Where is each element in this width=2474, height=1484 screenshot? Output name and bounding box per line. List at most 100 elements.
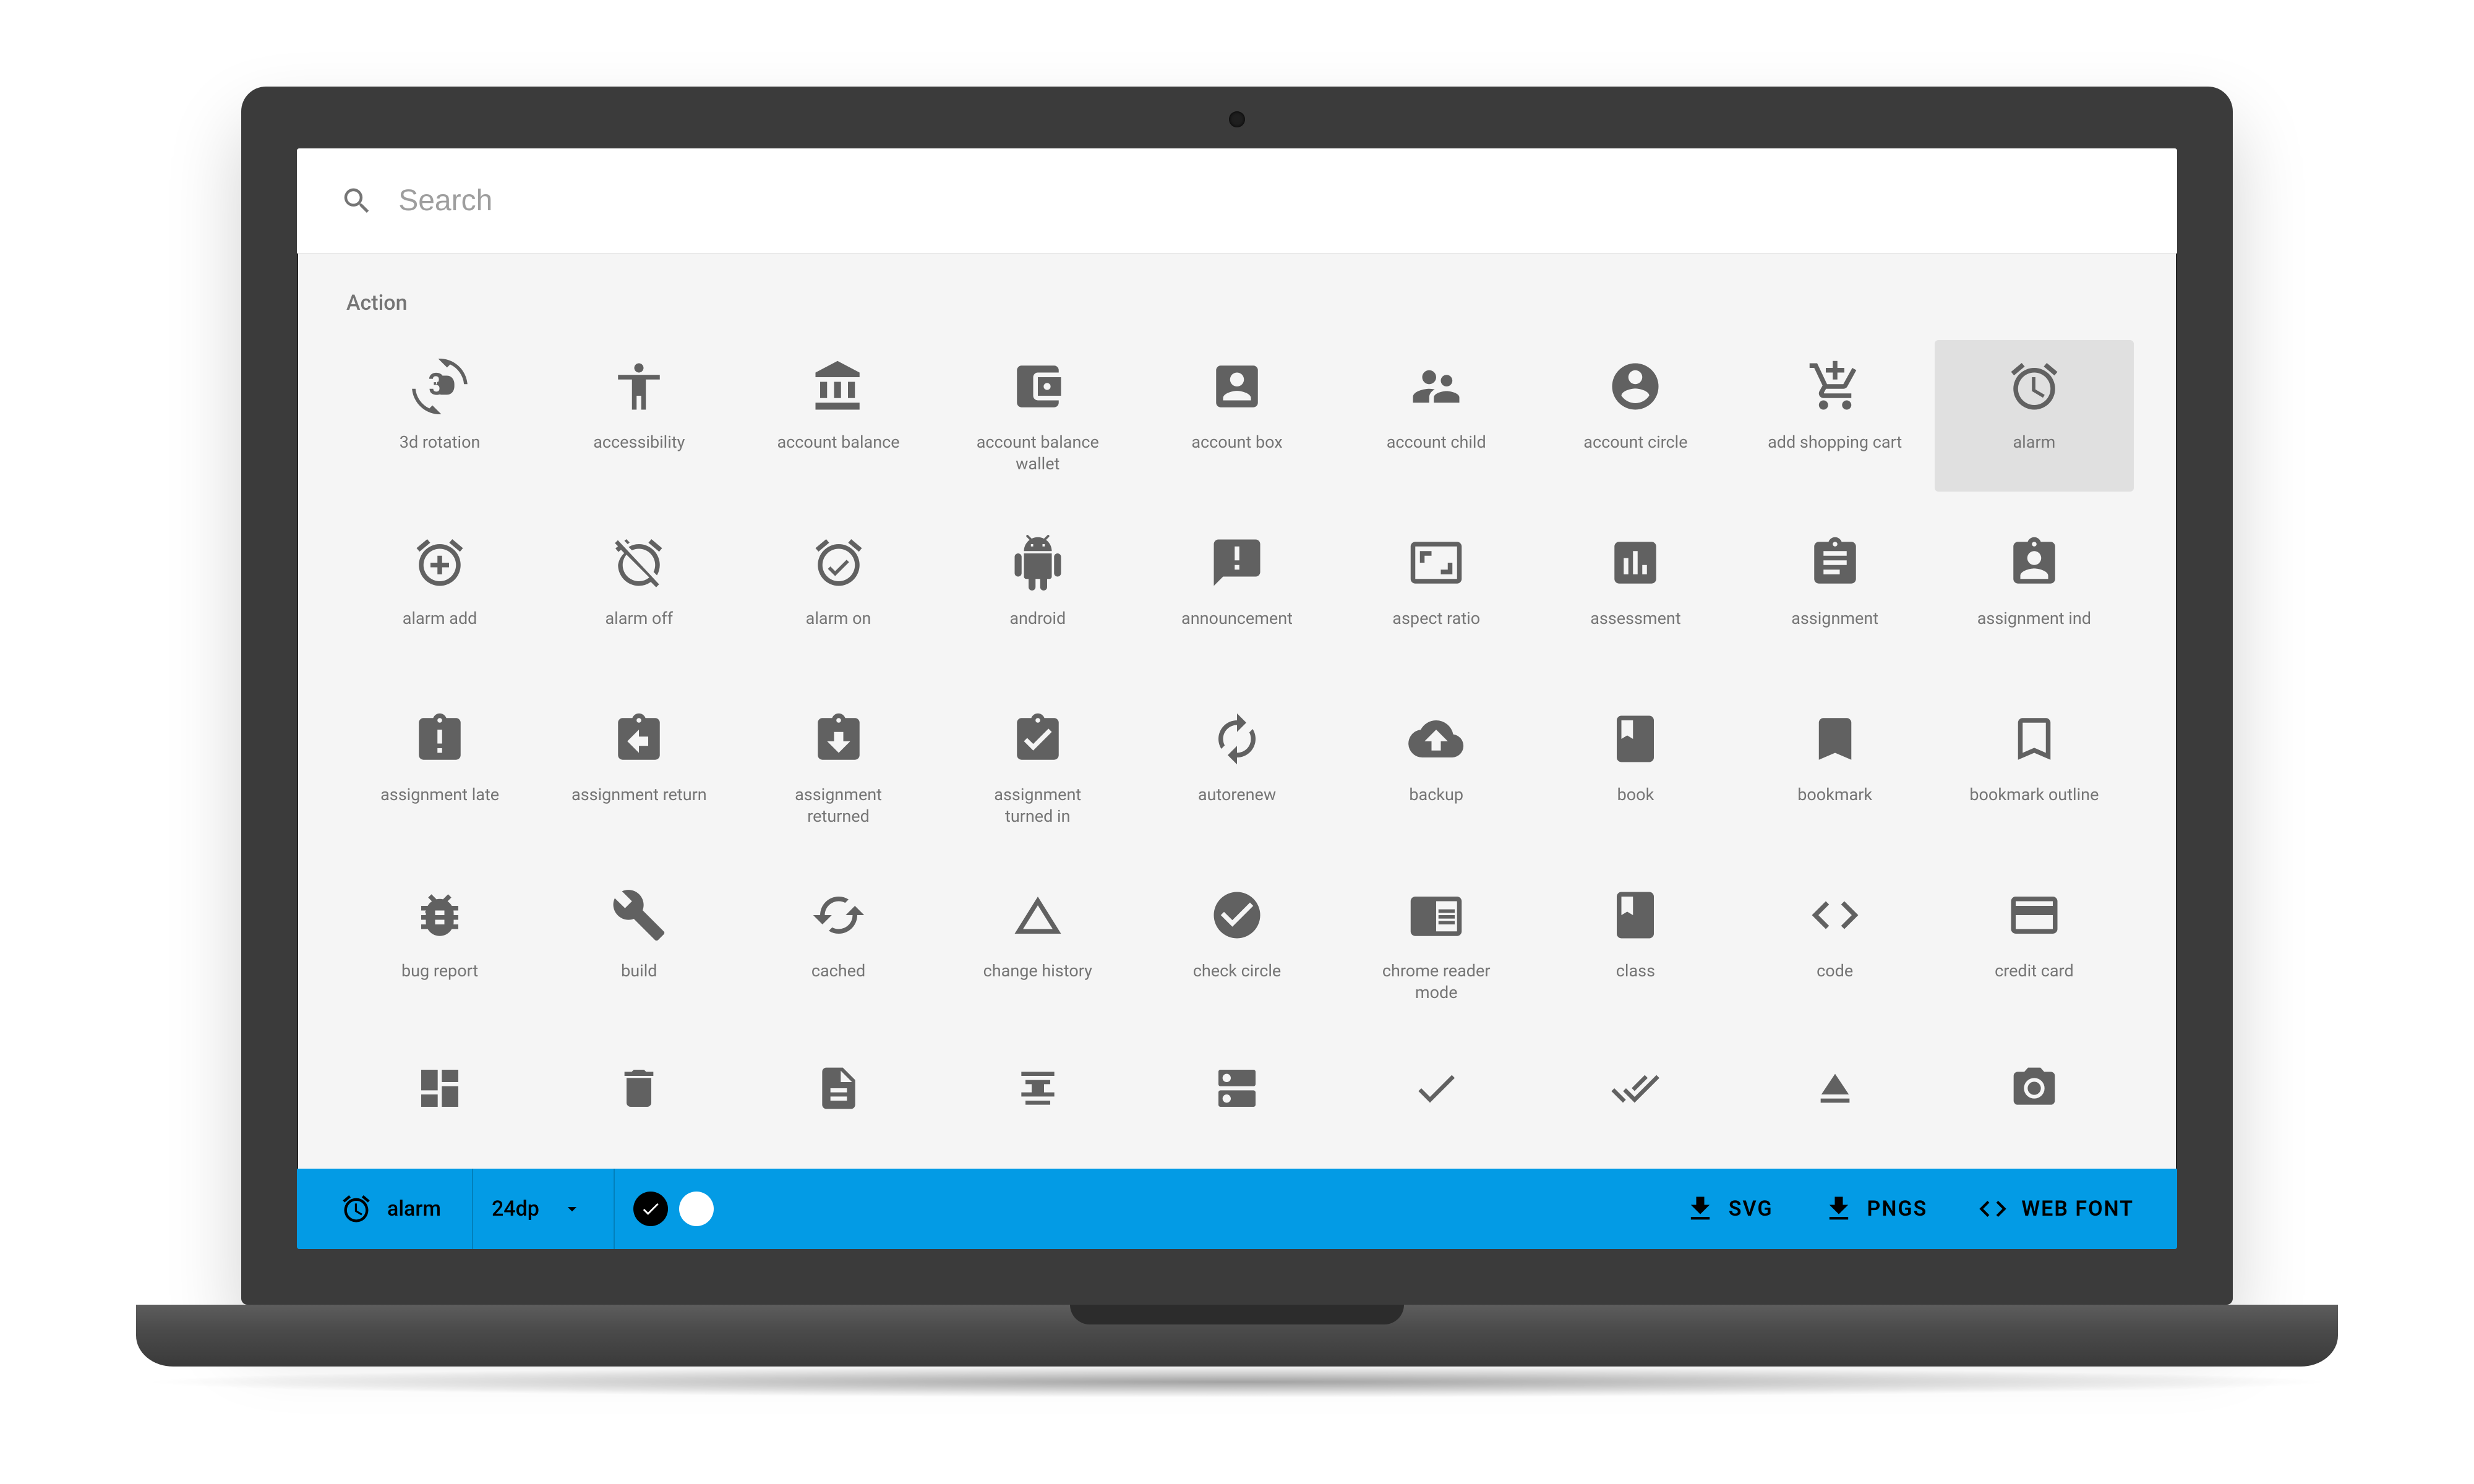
- icon-settings-overscan[interactable]: [938, 1045, 1137, 1125]
- account-box-icon: [1209, 359, 1265, 414]
- download-pngs-button[interactable]: PNGS: [1804, 1193, 1946, 1225]
- icon-3d-rotation[interactable]: 3d rotation: [340, 340, 539, 492]
- icon-label: cached: [811, 960, 865, 982]
- download-svg-button[interactable]: SVG: [1666, 1193, 1792, 1225]
- icon-add-shopping-cart[interactable]: add shopping cart: [1736, 340, 1935, 492]
- icon-eject[interactable]: [1736, 1045, 1935, 1125]
- icon-bug-report[interactable]: bug report: [340, 869, 539, 1020]
- icon-alarm-off[interactable]: alarm off: [539, 516, 738, 668]
- icon-cached[interactable]: cached: [738, 869, 938, 1020]
- icon-account-balance[interactable]: account balance: [738, 340, 938, 492]
- camera-icon: [2006, 1064, 2062, 1113]
- icon-label: credit card: [1995, 960, 2074, 982]
- code-icon: [1807, 887, 1863, 943]
- icon-label: autorenew: [1198, 784, 1276, 806]
- icon-build[interactable]: build: [539, 869, 738, 1020]
- icon-label: build: [621, 960, 657, 982]
- color-swatch-white[interactable]: [679, 1192, 714, 1226]
- icon-alarm-on[interactable]: alarm on: [738, 516, 938, 668]
- icon-credit-card[interactable]: credit card: [1935, 869, 2134, 1020]
- icon-alarm-add[interactable]: alarm add: [340, 516, 539, 668]
- icon-accessibility[interactable]: accessibility: [539, 340, 738, 492]
- icon-delete[interactable]: [539, 1045, 738, 1125]
- icon-label: bookmark outline: [1969, 784, 2099, 806]
- search-input[interactable]: [398, 184, 2134, 218]
- icon-aspect-ratio[interactable]: aspect ratio: [1337, 516, 1536, 668]
- icon-description[interactable]: [738, 1045, 938, 1125]
- icon-bookmark-outline[interactable]: bookmark outline: [1935, 693, 2134, 844]
- color-swatch-black[interactable]: [633, 1192, 668, 1226]
- icon-assessment[interactable]: assessment: [1536, 516, 1735, 668]
- download-icon: [1684, 1193, 1716, 1225]
- laptop-shadow: [136, 1367, 2338, 1397]
- check-icon: [640, 1198, 661, 1219]
- icon-label: account circle: [1583, 432, 1687, 453]
- download-pngs-label: PNGS: [1867, 1196, 1928, 1221]
- selected-icon-label: alarm: [387, 1196, 441, 1221]
- icon-label: alarm off: [606, 608, 674, 629]
- web-font-button[interactable]: WEB FONT: [1958, 1193, 2152, 1225]
- icon-label: announcement: [1181, 608, 1293, 629]
- chrome-reader-mode-icon: [1408, 887, 1464, 943]
- action-bar: alarm 24dp: [297, 1169, 2177, 1249]
- settings-overscan-icon: [1010, 1064, 1066, 1113]
- download-icon: [1823, 1193, 1855, 1225]
- icon-account-child[interactable]: account child: [1337, 340, 1536, 492]
- caret-down-icon: [562, 1198, 583, 1219]
- icon-assignment-ind[interactable]: assignment ind: [1935, 516, 2134, 668]
- icon-assignment-late[interactable]: assignment late: [340, 693, 539, 844]
- icon-dns[interactable]: [1137, 1045, 1337, 1125]
- icon-class[interactable]: class: [1536, 869, 1735, 1020]
- check-circle-icon: [1209, 887, 1265, 943]
- icon-label: bug report: [401, 960, 478, 982]
- bug-report-icon: [412, 887, 468, 943]
- assignment-turned-in-icon: [1010, 711, 1066, 767]
- account-balance-icon: [811, 359, 867, 414]
- icon-alarm[interactable]: alarm: [1935, 340, 2134, 492]
- icon-change-history[interactable]: change history: [938, 869, 1137, 1020]
- icon-assignment-returned[interactable]: assignment returned: [738, 693, 938, 844]
- icon-label: assignment returned: [771, 784, 907, 827]
- icon-assignment-turned-in[interactable]: assignment turned in: [938, 693, 1137, 844]
- icon-label: backup: [1409, 784, 1463, 806]
- icon-done-all[interactable]: [1536, 1045, 1735, 1125]
- webcam-dot: [1229, 111, 1245, 127]
- icon-label: account balance: [777, 432, 899, 453]
- icon-account-box[interactable]: account box: [1137, 340, 1337, 492]
- icon-check-circle[interactable]: check circle: [1137, 869, 1337, 1020]
- icon-done[interactable]: [1337, 1045, 1536, 1125]
- delete-icon: [611, 1064, 667, 1113]
- icon-label: assignment turned in: [970, 784, 1106, 827]
- icon-android[interactable]: android: [938, 516, 1137, 668]
- icon-book[interactable]: book: [1536, 693, 1735, 844]
- icon-autorenew[interactable]: autorenew: [1137, 693, 1337, 844]
- icon-bookmark[interactable]: bookmark: [1736, 693, 1935, 844]
- icon-label: assignment: [1791, 608, 1878, 629]
- code-icon: [1977, 1193, 2009, 1225]
- backup-icon: [1408, 711, 1464, 767]
- icon-account-circle[interactable]: account circle: [1536, 340, 1735, 492]
- icon-assignment-return[interactable]: assignment return: [539, 693, 738, 844]
- color-picker: [614, 1169, 732, 1249]
- add-shopping-cart-icon: [1807, 359, 1863, 414]
- 3d-rotation-icon: [412, 359, 468, 414]
- android-icon: [1010, 535, 1066, 591]
- icon-account-balance-wallet[interactable]: account balance wallet: [938, 340, 1137, 492]
- icon-backup[interactable]: backup: [1337, 693, 1536, 844]
- app-window: Action 3d rotation accessibility account…: [297, 148, 2177, 1249]
- dns-icon: [1209, 1064, 1265, 1113]
- icon-label: assignment late: [380, 784, 499, 806]
- icon-label: check circle: [1193, 960, 1281, 982]
- icon-assignment[interactable]: assignment: [1736, 516, 1935, 668]
- icon-dashboard[interactable]: [340, 1045, 539, 1125]
- icon-label: account box: [1191, 432, 1282, 453]
- size-dropdown[interactable]: 24dp: [472, 1169, 601, 1249]
- icon-chrome-reader-mode[interactable]: chrome reader mode: [1337, 869, 1536, 1020]
- selected-icon-indicator: alarm: [322, 1169, 460, 1249]
- icon-label: code: [1817, 960, 1853, 982]
- icon-label: assignment return: [571, 784, 707, 806]
- icon-camera[interactable]: [1935, 1045, 2134, 1125]
- icon-announcement[interactable]: announcement: [1137, 516, 1337, 668]
- icon-code[interactable]: code: [1736, 869, 1935, 1020]
- search-bar: [297, 148, 2177, 254]
